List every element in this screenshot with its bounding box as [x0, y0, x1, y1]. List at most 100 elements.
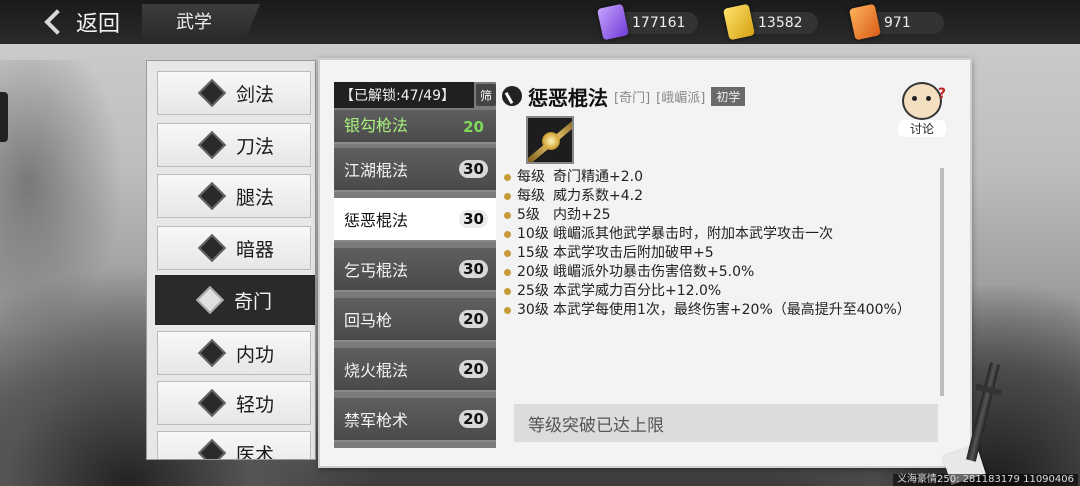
category-label: 奇门: [234, 290, 273, 313]
skill-detail-panel: 银勾枪法 20 江湖棍法 30 惩恶棍法 30 乞丐棍法 30 回马枪 20 烧…: [318, 58, 972, 468]
currency-gold-value: 13582: [758, 15, 803, 31]
filter-button[interactable]: 筛: [476, 84, 496, 106]
skill-level: 30: [459, 260, 488, 278]
skill-rank-badge: 初学: [711, 86, 746, 106]
effect-text: 峨嵋派其他武学暴击时，附加本武学攻击一次: [553, 226, 833, 242]
currency-gold[interactable]: 13582: [722, 3, 818, 41]
bullet-icon: [504, 212, 511, 219]
skill-name: 禁军枪术: [344, 411, 409, 430]
currency-purple[interactable]: 177161: [596, 3, 698, 41]
bullet-icon: [504, 307, 511, 314]
page-title: 武学: [142, 4, 260, 38]
skill-item[interactable]: 银勾枪法 20: [334, 110, 496, 144]
skill-name: 回马枪: [344, 311, 393, 330]
gold-ticket-icon: [722, 3, 756, 41]
discuss-label: 讨论: [898, 120, 946, 137]
top-bar: 返回 武学 177161 13582 971: [0, 0, 1080, 44]
skill-level: 20: [459, 360, 488, 378]
category-qimen[interactable]: 奇门: [155, 275, 315, 325]
category-inner-power[interactable]: 内功: [157, 331, 311, 375]
category-sidebar: 剑法 刀法 腿法 暗器 奇门 内功 轻功 医术: [146, 60, 316, 460]
skill-title-row: 惩恶棍法 [奇门] [峨嵋派] 初学: [502, 84, 746, 110]
skill-name: 惩恶棍法: [344, 211, 409, 230]
effect-row: 20级 峨嵋派外功暴击伤害倍数+5.0%: [504, 263, 934, 282]
bullet-icon: [504, 288, 511, 295]
effect-level: 5级: [517, 207, 540, 223]
category-medicine[interactable]: 医术: [157, 431, 311, 460]
staff-icon: [194, 284, 226, 316]
currency-orange-value: 971: [884, 15, 911, 31]
skill-item[interactable]: 回马枪 20: [334, 298, 496, 342]
orange-ticket-icon: [848, 3, 882, 41]
skill-level: 20: [463, 118, 484, 136]
staff-type-icon: [502, 86, 522, 106]
skill-item[interactable]: 烧火棍法 20: [334, 348, 496, 392]
bullet-icon: [504, 269, 511, 276]
purple-ticket-icon: [596, 3, 630, 41]
category-label: 刀法: [236, 135, 275, 158]
skill-name: 银勾枪法: [344, 116, 409, 135]
skill-art-icon: [526, 116, 574, 164]
category-label: 腿法: [236, 186, 275, 209]
skill-item[interactable]: 禁军枪术 20: [334, 398, 496, 442]
effect-level: 20级: [517, 264, 549, 280]
effect-text: 内劲+25: [553, 207, 611, 223]
swift-icon: [196, 387, 228, 419]
skill-sect-tag: [峨嵋派]: [656, 90, 706, 106]
effect-row: 10级 峨嵋派其他武学暴击时，附加本武学攻击一次: [504, 225, 934, 244]
skill-title: 惩恶棍法: [528, 85, 608, 110]
medicine-icon: [196, 437, 228, 459]
effect-row: 30级 本武学每使用1次，最终伤害+20%（最高提升至400%）: [504, 301, 934, 339]
skill-list[interactable]: 银勾枪法 20 江湖棍法 30 惩恶棍法 30 乞丐棍法 30 回马枪 20 烧…: [334, 82, 496, 448]
category-label: 暗器: [236, 238, 275, 261]
effect-level: 10级: [517, 226, 549, 242]
category-hidden-weapon[interactable]: 暗器: [157, 226, 311, 270]
skill-type-tag: [奇门]: [614, 90, 651, 106]
effect-level: 25级: [517, 283, 549, 299]
effect-level: 30级: [517, 302, 549, 318]
scrollbar-thumb[interactable]: [940, 168, 944, 396]
bullet-icon: [504, 231, 511, 238]
bullet-icon: [504, 193, 511, 200]
effect-level: 15级: [517, 245, 549, 261]
effect-row: 5级 内劲+25: [504, 206, 934, 225]
category-label: 医术: [236, 443, 275, 460]
category-label: 轻功: [236, 393, 275, 416]
category-blade[interactable]: 刀法: [157, 123, 311, 167]
effect-row: 每级 奇门精通+2.0: [504, 168, 934, 187]
break-status-box: 等级突破已达上限: [514, 404, 938, 442]
effect-text: 本武学攻击后附加破甲+5: [553, 245, 714, 261]
skill-level: 30: [459, 210, 488, 228]
category-sword[interactable]: 剑法: [157, 71, 311, 115]
effect-text: 峨嵋派外功暴击伤害倍数+5.0%: [553, 264, 755, 280]
question-mark-icon: ?: [937, 86, 946, 102]
skill-item-selected[interactable]: 惩恶棍法 30: [334, 198, 496, 242]
skill-level: 20: [459, 310, 488, 328]
kick-icon: [196, 180, 228, 212]
currency-purple-value: 177161: [632, 15, 686, 31]
effect-text: 威力系数+4.2: [553, 188, 643, 204]
skill-level: 20: [459, 410, 488, 428]
skill-item[interactable]: 江湖棍法 30: [334, 148, 496, 192]
skill-level: 30: [459, 160, 488, 178]
effect-row: 25级 本武学威力百分比+12.0%: [504, 282, 934, 301]
skill-name: 烧火棍法: [344, 361, 409, 380]
effect-text: 本武学威力百分比+12.0%: [553, 283, 722, 299]
unlock-count: 【已解锁:47/49】: [334, 82, 474, 108]
break-status-text: 等级突破已达上限: [528, 415, 664, 436]
server-id-text: 义海豪情250: 281183179 11090406: [893, 474, 1078, 486]
sword-icon: [196, 77, 228, 109]
discuss-button[interactable]: ? 讨论: [898, 82, 946, 137]
effect-level: 每级: [517, 169, 545, 185]
back-button[interactable]: 返回: [44, 6, 120, 38]
category-kick[interactable]: 腿法: [157, 174, 311, 218]
skill-name: 乞丐棍法: [344, 261, 409, 280]
skill-item[interactable]: 乞丐棍法 30: [334, 248, 496, 292]
effects-scrollbar[interactable]: [940, 168, 944, 396]
currency-orange[interactable]: 971: [848, 3, 944, 41]
cat-avatar-icon: [902, 82, 942, 120]
category-lightness[interactable]: 轻功: [157, 381, 311, 425]
skill-name: 江湖棍法: [344, 161, 409, 180]
bullet-icon: [504, 174, 511, 181]
meditation-icon: [196, 337, 228, 369]
